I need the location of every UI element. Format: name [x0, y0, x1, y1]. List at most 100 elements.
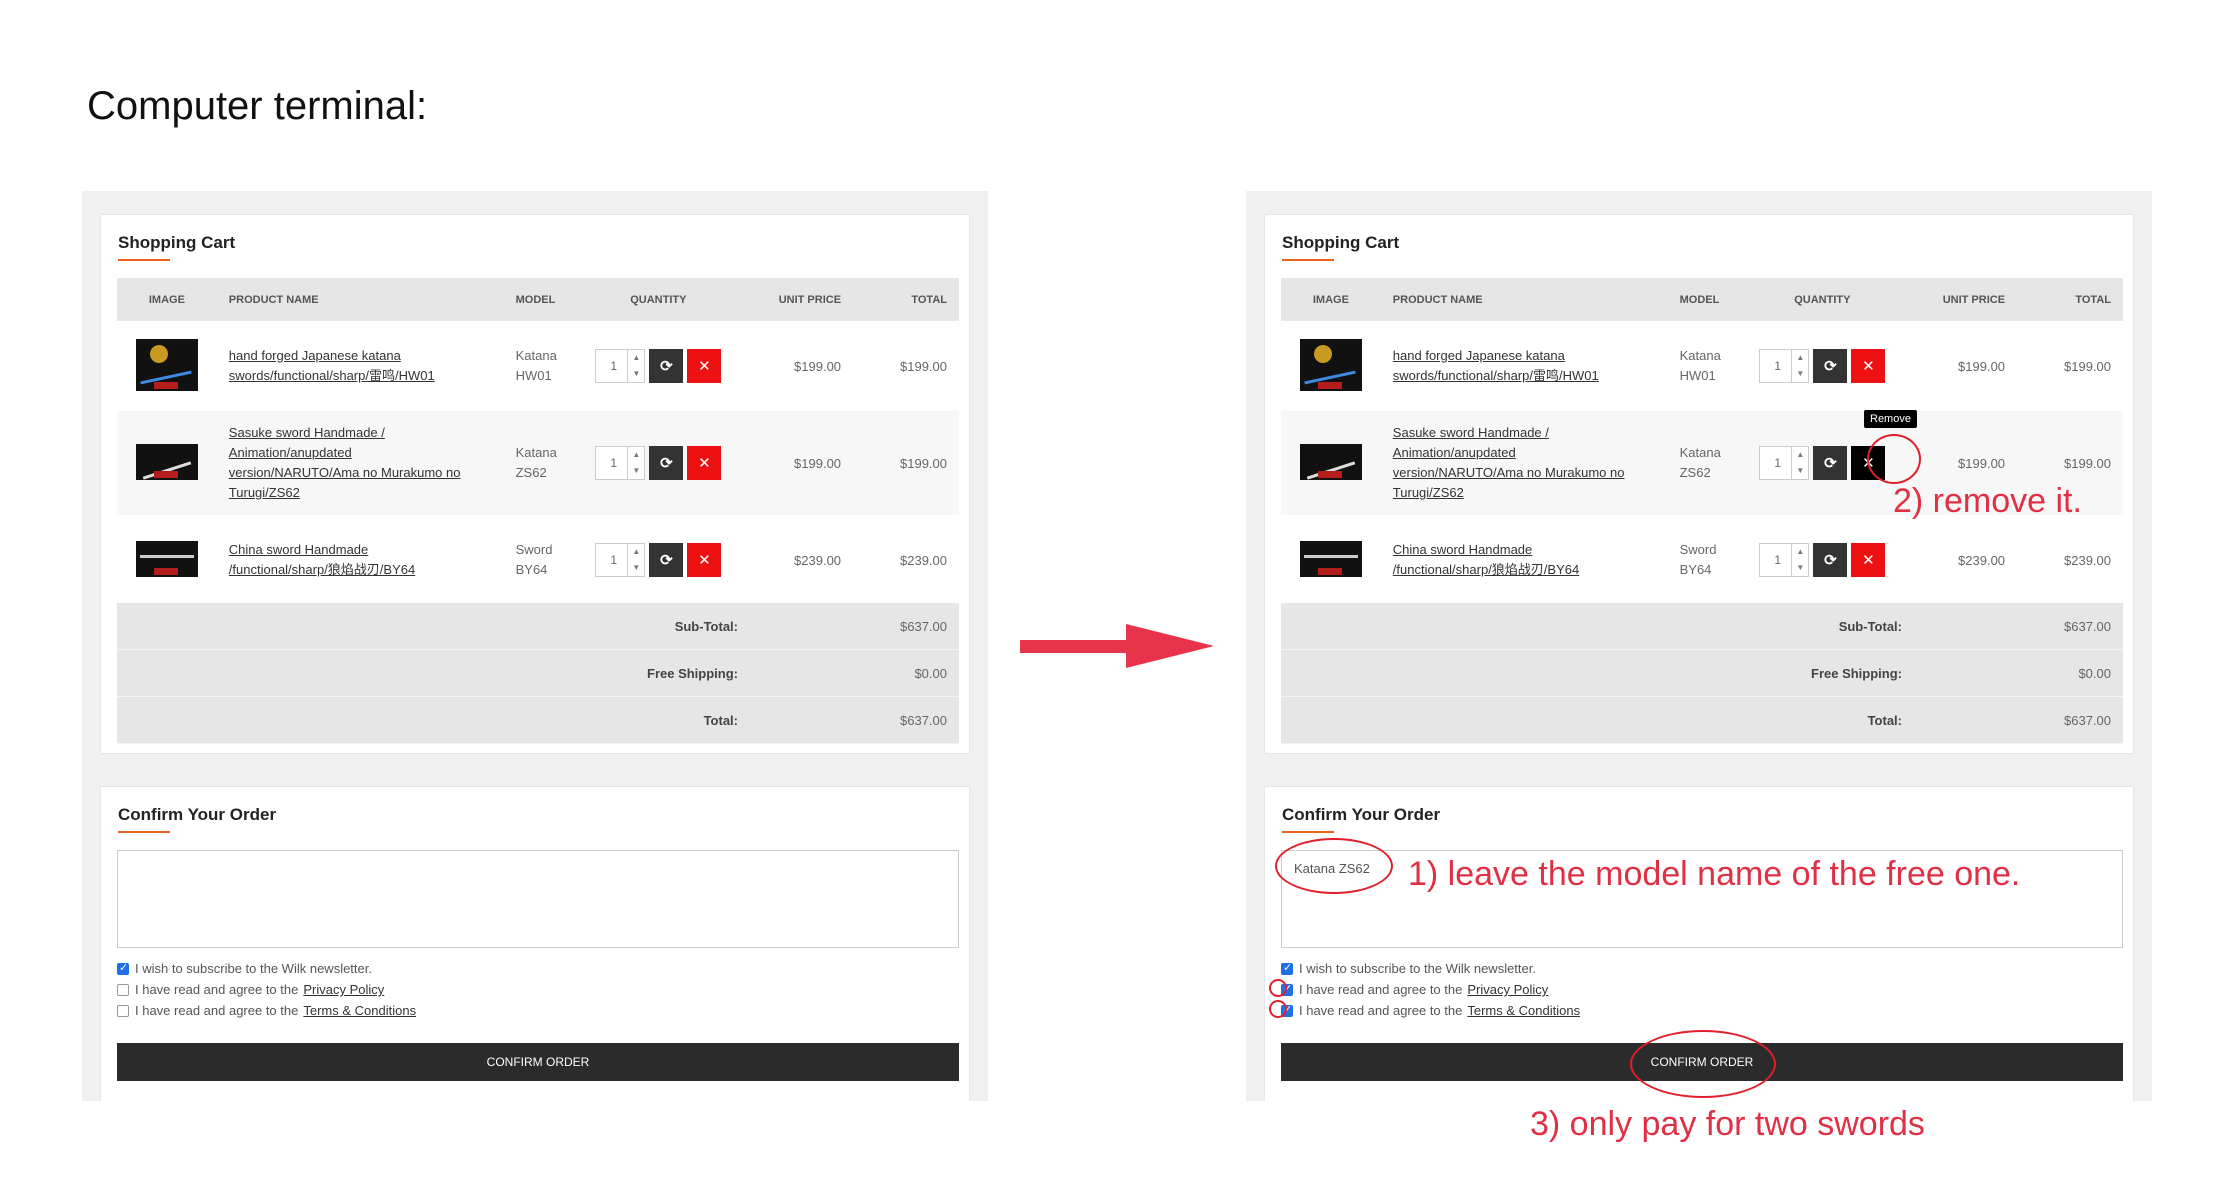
remove-highlight-circle — [1867, 434, 1921, 484]
privacy-policy-link[interactable]: Privacy Policy — [1467, 982, 1548, 997]
annotation-step-2: 2) remove it. — [1893, 482, 2082, 520]
confirm-title: Confirm Your Order — [1282, 805, 1441, 824]
product-image[interactable] — [1299, 443, 1362, 480]
model-cell: Katana ZS62 — [1667, 411, 1759, 515]
refresh-icon: ⟳ — [1824, 552, 1837, 569]
terms-link[interactable]: Terms & Conditions — [1467, 1003, 1580, 1018]
title-underline — [1282, 259, 1334, 261]
terms-row: I have read and agree to theTerms & Cond… — [117, 1003, 416, 1018]
remove-button[interactable]: ✕ — [687, 446, 722, 480]
quantity-spinner[interactable]: ▲ ▼ — [627, 447, 644, 479]
terms-checkbox[interactable] — [117, 1004, 129, 1017]
remove-tooltip: Remove — [1864, 410, 1917, 428]
privacy-check-highlight — [1269, 979, 1287, 997]
close-icon: ✕ — [1862, 552, 1875, 569]
update-button[interactable]: ⟳ — [1813, 543, 1848, 577]
subtotal-value: $637.00 — [828, 603, 959, 650]
update-button[interactable]: ⟳ — [649, 543, 684, 577]
total-label: Total: — [1281, 696, 1992, 744]
quantity-spinner[interactable]: ▲ ▼ — [627, 544, 644, 576]
remove-button[interactable]: ✕ — [687, 349, 722, 383]
terms-row: I have read and agree to theTerms & Cond… — [1281, 1003, 1580, 1018]
remove-button[interactable]: ✕ — [687, 543, 722, 577]
quantity-spinner[interactable]: ▲ ▼ — [1791, 447, 1808, 479]
newsletter-checkbox[interactable] — [117, 961, 129, 975]
col-product-name: Product Name — [1380, 278, 1668, 321]
before-screenshot-panel: Shopping Cart Image Product Name Model Q… — [82, 191, 988, 1101]
cart-totals: Sub-Total: $637.00 Free Shipping: $0.00 To… — [1281, 603, 2123, 744]
unit-price: $239.00 — [794, 552, 842, 568]
quantity-input[interactable]: 1 ▲ ▼ — [595, 446, 646, 480]
close-icon: ✕ — [1862, 358, 1875, 375]
shipping-label: Free Shipping: — [1281, 649, 1992, 697]
update-button[interactable]: ⟳ — [649, 446, 684, 480]
table-row: Sasuke sword Handmade / Animation/anupdat… — [117, 411, 959, 515]
page-heading: Computer terminal: — [87, 84, 428, 128]
quantity-input[interactable]: 1 ▲ ▼ — [1759, 349, 1810, 383]
confirm-title: Confirm Your Order — [118, 805, 277, 824]
privacy-checkbox[interactable] — [117, 983, 129, 996]
shopping-cart-card: Shopping Cart Image Product Name Model Q… — [100, 214, 970, 754]
annotation-step-3: 3) only pay for two swords — [1530, 1105, 1925, 1143]
quantity-spinner[interactable]: ▲ ▼ — [1791, 350, 1808, 382]
product-image[interactable] — [135, 338, 198, 391]
product-link[interactable]: Sasuke sword Handmade / Animation/anupdat… — [1393, 425, 1625, 500]
newsletter-checkbox[interactable] — [1281, 961, 1293, 975]
privacy-policy-link[interactable]: Privacy Policy — [303, 982, 384, 997]
order-comment-textarea[interactable] — [117, 850, 959, 948]
line-total: $199.00 — [2064, 358, 2111, 374]
product-link[interactable]: China sword Handmade/functional/sharp/狼焰… — [1393, 542, 1579, 577]
newsletter-row: I wish to subscribe to the Wilk newslett… — [1281, 961, 1536, 976]
unit-price: $199.00 — [1958, 358, 2006, 374]
shipping-value: $0.00 — [828, 649, 959, 697]
product-image[interactable] — [135, 443, 198, 480]
confirm-button-highlight — [1630, 1030, 1776, 1098]
model-cell: Katana ZS62 — [503, 411, 595, 515]
update-button[interactable]: ⟳ — [1813, 349, 1848, 383]
privacy-row: I have read and agree to thePrivacy Poli… — [117, 982, 384, 997]
line-total: $199.00 — [900, 358, 947, 374]
line-total: $199.00 — [849, 411, 959, 515]
terms-link[interactable]: Terms & Conditions — [303, 1003, 416, 1018]
cart-title: Shopping Cart — [1282, 233, 1400, 252]
update-button[interactable]: ⟳ — [649, 349, 684, 383]
remove-button[interactable]: ✕ — [1851, 543, 1886, 577]
quantity-spinner[interactable]: ▲ ▼ — [1791, 544, 1808, 576]
update-button[interactable]: ⟳ — [1813, 446, 1848, 480]
cart-totals: Sub-Total: $637.00 Free Shipping: $0.00 To… — [117, 603, 959, 744]
after-screenshot-panel: Shopping Cart Image Product Name Model Q… — [1246, 191, 2152, 1101]
product-image[interactable] — [135, 540, 198, 577]
col-quantity: Quantity — [594, 278, 723, 321]
product-link[interactable]: hand forged Japanese katana swords/functi… — [229, 348, 435, 383]
quantity-input[interactable]: 1 ▲ ▼ — [595, 543, 646, 577]
line-total: $239.00 — [2064, 552, 2111, 568]
confirm-order-button[interactable]: CONFIRM ORDER — [117, 1043, 959, 1081]
col-image: Image — [1281, 278, 1381, 321]
shipping-value: $0.00 — [1992, 649, 2123, 697]
total-value: $637.00 — [1992, 696, 2123, 744]
col-total: Total — [2013, 278, 2123, 321]
col-model: Model — [1667, 278, 1759, 321]
remove-button[interactable]: ✕ — [1851, 349, 1886, 383]
subtotal-value: $637.00 — [1992, 603, 2123, 650]
comment-highlight-circle — [1275, 838, 1393, 894]
refresh-icon: ⟳ — [1824, 358, 1837, 375]
quantity-spinner[interactable]: ▲ ▼ — [627, 350, 644, 382]
product-link[interactable]: Sasuke sword Handmade / Animation/anupdat… — [229, 425, 461, 500]
quantity-input[interactable]: 1 ▲ ▼ — [595, 349, 646, 383]
cart-header-row: Image Product Name Model Quantity Unit P… — [1281, 278, 2123, 321]
product-image[interactable] — [1299, 338, 1362, 391]
product-image[interactable] — [1299, 540, 1362, 577]
product-link[interactable]: hand forged Japanese katana swords/functi… — [1393, 348, 1599, 383]
line-total: $239.00 — [900, 552, 947, 568]
quantity-input[interactable]: 1 ▲ ▼ — [1759, 543, 1810, 577]
product-link[interactable]: China sword Handmade/functional/sharp/狼焰… — [229, 542, 415, 577]
refresh-icon: ⟳ — [660, 552, 673, 569]
quantity-input[interactable]: 1 ▲ ▼ — [1759, 446, 1810, 480]
newsletter-row: I wish to subscribe to the Wilk newslett… — [117, 961, 372, 976]
unit-price: $239.00 — [1958, 552, 2006, 568]
refresh-icon: ⟳ — [660, 455, 673, 472]
total-label: Total: — [117, 696, 828, 744]
refresh-icon: ⟳ — [660, 358, 673, 375]
close-icon: ✕ — [698, 455, 711, 472]
